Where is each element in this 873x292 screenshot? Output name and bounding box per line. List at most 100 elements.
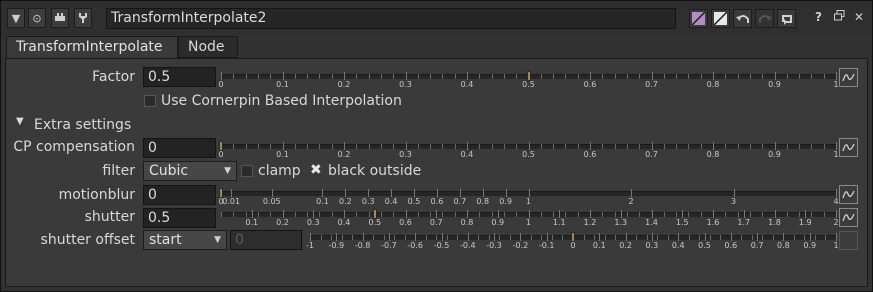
slider-tick-label: 0.4 [384,197,398,206]
slider-major-tick [497,210,499,218]
slider-minor-tick [491,74,493,79]
slider-minor-tick [562,235,564,240]
filter-dropdown[interactable]: Cubic ▼ [143,161,237,181]
slider-tick-label: 0.6 [724,241,738,250]
shutter-offset-slider[interactable]: -1 -0.9 -0.8 -0.7 -0.6 -0.5 -0.4 -0.3 -0.2 -0.1 0 0… [306,232,839,254]
slider-major-tick [559,210,561,218]
slider-minor-tick [479,144,481,149]
use-cornerpin-label: Use Cornerpin Based Interpolation [161,93,402,109]
motionblur-input[interactable]: 0 [143,185,216,205]
slider-minor-tick [270,144,272,149]
slider-tick-label: 0.7 [750,241,764,250]
slider-tick-label: 1.6 [706,218,720,227]
slider-minor-tick [454,74,456,79]
factor-slider[interactable]: 0 0.1 0.2 0.3 0.4 0.5 0.6 0.7 0.8 0.9 1 [218,71,839,93]
slider-minor-tick [688,212,690,217]
help-icon[interactable]: ? [815,10,822,24]
slider-major-tick [713,142,714,150]
slider-minor-tick [430,144,432,149]
expand-triangle-icon[interactable]: ▼ [16,116,24,127]
slider-major-tick [467,233,469,241]
slider-tick-label: 0.1 [245,218,259,227]
slider-minor-tick [602,144,604,149]
float-icon[interactable] [834,10,845,24]
slider-tick-label: 0.5 [407,197,421,206]
slider-handle[interactable] [219,141,223,151]
slider-tick-label: 1.4 [645,218,658,227]
revert-icon[interactable] [777,9,796,28]
wrench-icon[interactable] [74,8,92,28]
slider-minor-tick [368,74,370,79]
slider-minor-tick [257,144,259,149]
slider-tick-label: 1.8 [768,218,781,227]
chevron-down-icon: ▼ [214,235,221,245]
shutter-offset-custom-input[interactable]: 0 [230,230,302,250]
shutter-input[interactable]: 0.5 [143,208,216,228]
collapse-triangle-icon[interactable]: ▼ [7,8,25,28]
clamp-checkbox[interactable] [241,165,253,177]
slider-minor-tick [541,235,543,240]
shutter-slider[interactable]: 0.1 0.2 0.3 0.4 0.5 0.6 0.7 0.8 0.9 1 1.1 1.2 1.3 1.4… [221,209,839,231]
cp-compensation-curve-icon[interactable] [839,138,858,157]
slider-tick-label: 1 [525,197,532,206]
slider-minor-tick [478,235,480,240]
extra-settings-label[interactable]: Extra settings [34,117,131,133]
slider-handle[interactable] [219,188,223,198]
factor-input[interactable]: 0.5 [143,67,216,87]
slider-tick-label: 2 [628,197,634,206]
motionblur-curve-icon[interactable] [839,185,858,204]
slider-minor-tick [425,235,427,240]
black-outside-checkmark-icon[interactable]: ✖ [310,162,322,178]
slider-tick-label: 0.8 [460,218,474,227]
redo-icon[interactable] [755,9,774,28]
slider-minor-tick [454,212,456,217]
slider-minor-tick [530,235,532,240]
node-icon[interactable] [51,8,69,28]
slider-minor-tick [639,74,641,79]
tab-node[interactable]: Node [178,36,238,58]
factor-curve-icon[interactable] [839,68,858,87]
shutter-curve-icon[interactable] [839,208,858,227]
use-cornerpin-checkbox[interactable] [144,95,156,107]
slider-minor-tick [491,212,493,217]
slider-handle[interactable] [372,209,377,219]
undo-icon[interactable] [733,9,752,28]
motionblur-slider[interactable]: 0 0.01 0.05 0.1 0.2 0.3 0.4 0.5 0.6 0.7 0.8 0.9 1 2 3 4 [218,188,839,210]
properties-panel: ▼ ⊙ TransformInterpolate2 ? ✕ TransformI… [0,0,873,292]
slider-tick-label: 0.6 [399,218,412,227]
tab-transforminterpolate[interactable]: TransformInterpolate [6,36,178,58]
slider-minor-tick [786,74,788,79]
slider-handle[interactable] [571,232,575,242]
slider-major-tick [391,189,393,197]
swatch-icon[interactable] [711,9,730,28]
slider-minor-tick [331,235,333,240]
motionblur-label: motionblur [58,187,135,203]
close-icon[interactable]: ✕ [854,10,864,24]
slider-major-tick [651,142,653,150]
slider-major-tick [414,189,416,197]
title-bar: ▼ ⊙ TransformInterpolate2 ? ✕ [1,1,872,35]
slider-minor-tick [373,235,375,240]
slider-major-tick [528,210,530,218]
shutter-offset-curve-icon[interactable] [839,231,858,250]
cp-compensation-input[interactable]: 0 [143,138,216,158]
slider-minor-tick [688,74,690,79]
slider-minor-tick [442,144,444,149]
slider-tick-label: 0.4 [671,241,685,250]
slider-minor-tick [565,212,567,217]
slider-minor-tick [636,235,638,240]
target-icon[interactable]: ⊙ [28,8,46,28]
slider-major-tick [231,189,233,197]
color-swatch-icon[interactable] [689,9,708,28]
slider-tick-label: -0.5 [433,241,450,250]
shutter-label: shutter [84,209,135,225]
slider-tick-label: 0.2 [337,80,351,89]
slider-minor-tick [404,235,406,240]
node-name-field[interactable]: TransformInterpolate2 [106,8,676,29]
slider-handle[interactable] [526,71,531,81]
slider-minor-tick [565,74,567,79]
cp-compensation-slider[interactable]: 0 0.1 0.2 0.3 0.4 0.5 0.6 0.7 0.8 0.9 1 [218,141,839,163]
slider-major-tick [494,233,496,241]
shutter-offset-dropdown[interactable]: start ▼ [143,230,227,250]
slider-major-tick [836,72,837,80]
